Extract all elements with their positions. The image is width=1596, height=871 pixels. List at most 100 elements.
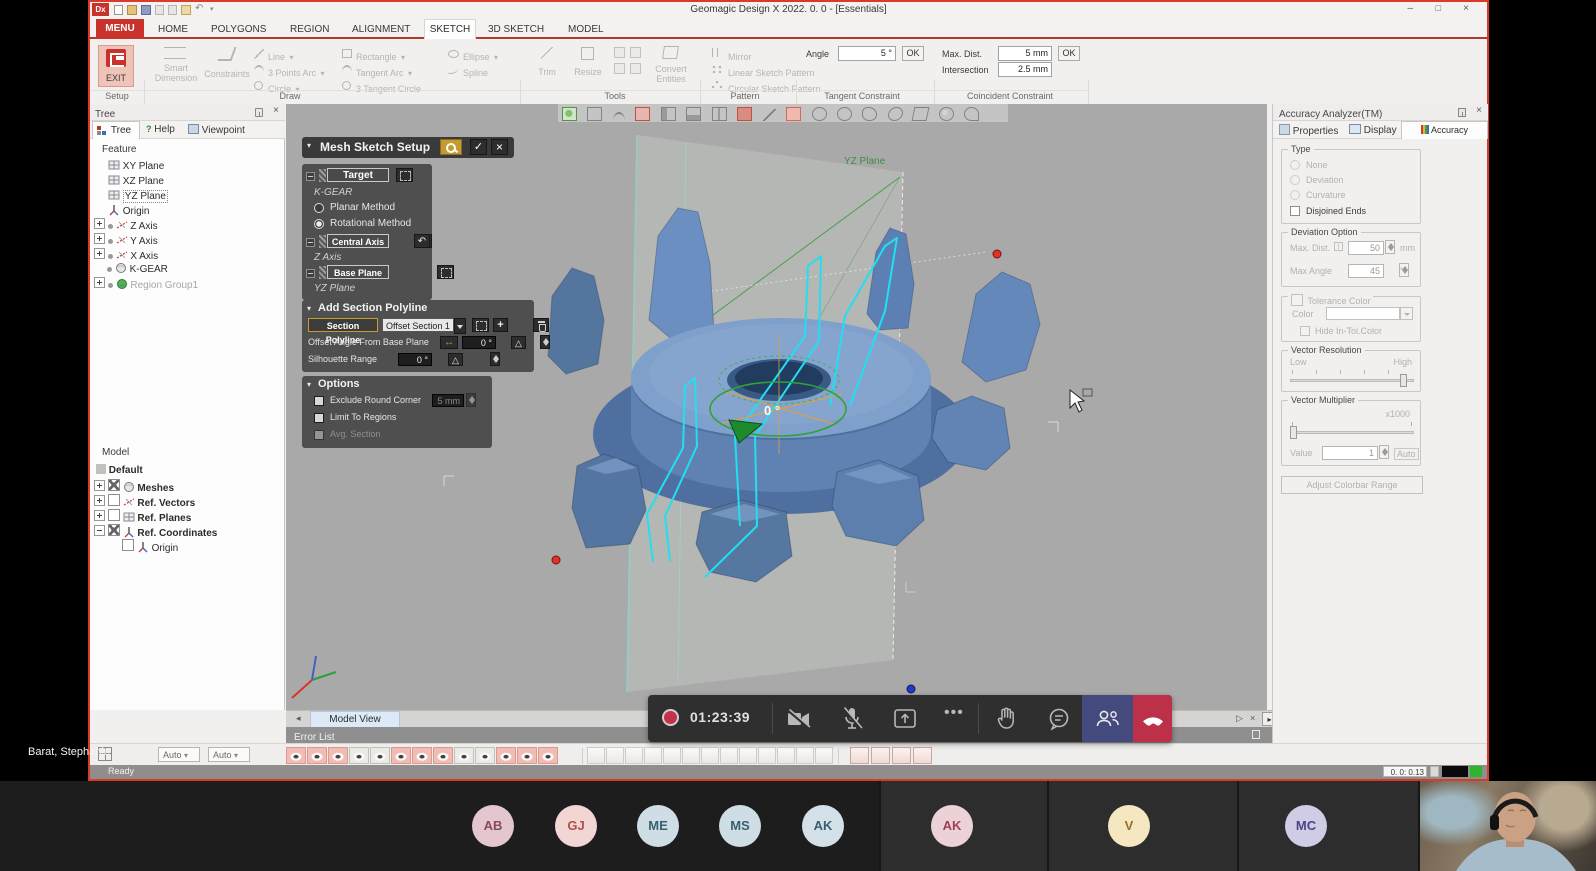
accept-button[interactable]: ✓: [470, 139, 487, 155]
zoom-out-icon[interactable]: [606, 747, 624, 764]
collapse-box[interactable]: [306, 172, 315, 181]
plane-visibility-toggle[interactable]: [349, 747, 369, 764]
auto-dropdown-2[interactable]: Auto ▾: [208, 747, 250, 762]
red-point[interactable]: [993, 250, 1001, 258]
tool-extra-icon[interactable]: [614, 63, 625, 74]
pin-icon[interactable]: [1458, 108, 1466, 117]
exclude-round-label[interactable]: Exclude Round Corner: [330, 395, 421, 405]
limit-regions-checkbox[interactable]: [314, 413, 324, 423]
spline-button[interactable]: Spline: [448, 63, 488, 81]
tool-extra-icon[interactable]: [630, 63, 641, 74]
paint-icon[interactable]: [737, 107, 752, 121]
normal-view-icon[interactable]: [796, 747, 814, 764]
expand-icon[interactable]: [94, 233, 105, 244]
mic-off-button[interactable]: [840, 706, 864, 732]
vector-multiplier-thumb[interactable]: [1290, 426, 1297, 439]
silhouette-spinner[interactable]: [490, 352, 500, 366]
zoom-area-icon[interactable]: [644, 747, 662, 764]
disjoined-ends-checkbox[interactable]: [1290, 206, 1300, 216]
zoom-fit-icon[interactable]: [625, 747, 643, 764]
tree-item-ref-coordinates[interactable]: Ref. Coordinates: [94, 524, 217, 539]
raise-hand-button[interactable]: [994, 705, 1020, 732]
split-left-icon[interactable]: [661, 107, 676, 121]
offset-section-dropdown[interactable]: Offset Section 1: [382, 318, 454, 332]
minimize-button[interactable]: –: [1407, 3, 1413, 14]
share-screen-button[interactable]: [892, 707, 918, 731]
tab-menu[interactable]: MENU: [96, 19, 144, 39]
resize-button[interactable]: Resize: [568, 47, 608, 77]
expand-icon[interactable]: [94, 277, 105, 288]
3dsketch-visibility-toggle[interactable]: [391, 747, 411, 764]
participant-avatar[interactable]: AK: [802, 805, 844, 847]
participant-avatar[interactable]: ME: [637, 805, 679, 847]
coordinate-visibility-toggle[interactable]: [517, 747, 537, 764]
offset-angle-measure-icon[interactable]: △: [511, 336, 526, 349]
left-view-icon[interactable]: [739, 747, 757, 764]
tool-extra-icon[interactable]: [614, 47, 625, 58]
limit-regions-label[interactable]: Limit To Regions: [330, 412, 396, 422]
tab-sketch[interactable]: SKETCH: [424, 19, 476, 39]
section-caret[interactable]: ▾: [307, 304, 311, 313]
offset-section-dropdown-arrow[interactable]: [454, 318, 466, 334]
vector-resolution-thumb[interactable]: [1400, 374, 1407, 387]
panel-close-icon[interactable]: ×: [1476, 105, 1482, 116]
participant-avatar[interactable]: AK: [931, 805, 973, 847]
angle-input[interactable]: 5 °: [838, 46, 896, 61]
refplane-visibility-toggle[interactable]: [475, 747, 495, 764]
body-visibility-toggle[interactable]: [496, 747, 516, 764]
participant-avatar[interactable]: MS: [719, 805, 761, 847]
tree-item-z-axis[interactable]: Z Axis: [94, 218, 158, 232]
delete-polyline-button[interactable]: [533, 318, 549, 332]
angle-ok-button[interactable]: OK: [902, 46, 924, 61]
circle-select2-icon[interactable]: [837, 107, 852, 121]
collapse-box[interactable]: [306, 238, 315, 247]
people-button-active[interactable]: [1082, 695, 1133, 742]
tab-accuracy-analyzer[interactable]: Accuracy Analyzer(TM): [1401, 121, 1488, 139]
measure-visibility-toggle[interactable]: [538, 747, 558, 764]
max-dist-input[interactable]: 5 mm: [998, 46, 1052, 61]
line-tool-icon[interactable]: [763, 109, 776, 121]
tree-item-region-group1[interactable]: Region Group1: [94, 277, 198, 291]
red-point[interactable]: [552, 556, 560, 564]
collapse-caret[interactable]: ▾: [307, 141, 311, 150]
measure-section-icon[interactable]: [913, 747, 932, 764]
viewport[interactable]: YZ Plane: [286, 104, 1267, 710]
tree-item-origin[interactable]: Origin: [108, 204, 149, 217]
tree-item-default[interactable]: Default: [96, 464, 143, 476]
flip-direction-button[interactable]: ↔: [440, 336, 458, 349]
tab-play-icon[interactable]: ▷: [1236, 713, 1243, 724]
audio-participants-tile[interactable]: AB GJ ME MS AK: [0, 781, 879, 871]
webcam-video-tile[interactable]: [1420, 781, 1596, 871]
tab-region[interactable]: REGION: [290, 24, 329, 35]
convert-entities-button[interactable]: Convert Entities: [648, 45, 694, 84]
tab-help[interactable]: ? Help: [146, 124, 175, 135]
exit-button[interactable]: EXIT: [98, 45, 134, 87]
planar-method-radio[interactable]: [314, 203, 324, 213]
constraints-button[interactable]: Constraints: [204, 45, 250, 79]
top-view-icon[interactable]: [777, 747, 795, 764]
region-visibility-toggle[interactable]: [307, 747, 327, 764]
participant-avatar[interactable]: V: [1108, 805, 1150, 847]
adjust-colorbar-button[interactable]: Adjust Colorbar Range: [1281, 476, 1423, 494]
blue-point[interactable]: [907, 685, 915, 693]
target-select-button[interactable]: [396, 168, 413, 182]
options-caret[interactable]: ▾: [307, 380, 311, 389]
sketch-visibility-toggle[interactable]: [370, 747, 390, 764]
cancel-button[interactable]: ×: [491, 139, 508, 155]
expand-icon[interactable]: [94, 218, 105, 229]
base-plane-select-button[interactable]: [437, 265, 454, 279]
maximize-button[interactable]: □: [1436, 3, 1441, 13]
add-polyline-button[interactable]: +: [493, 318, 508, 332]
participant-tile[interactable]: V: [1049, 781, 1237, 871]
panel-close-icon[interactable]: ×: [273, 105, 279, 116]
close-button[interactable]: ×: [1463, 3, 1469, 14]
tree-item-xz-plane[interactable]: XZ Plane: [108, 174, 164, 187]
participant-avatar[interactable]: MC: [1285, 805, 1327, 847]
measure-distance-icon[interactable]: [850, 747, 869, 764]
pointcloud-visibility-toggle[interactable]: [328, 747, 348, 764]
pin-icon[interactable]: [255, 108, 263, 117]
rotational-method-radio[interactable]: [314, 219, 324, 229]
tool-extra-icon[interactable]: [630, 47, 641, 58]
participant-tile[interactable]: AK: [881, 781, 1047, 871]
visibility-checkbox[interactable]: [122, 539, 134, 551]
